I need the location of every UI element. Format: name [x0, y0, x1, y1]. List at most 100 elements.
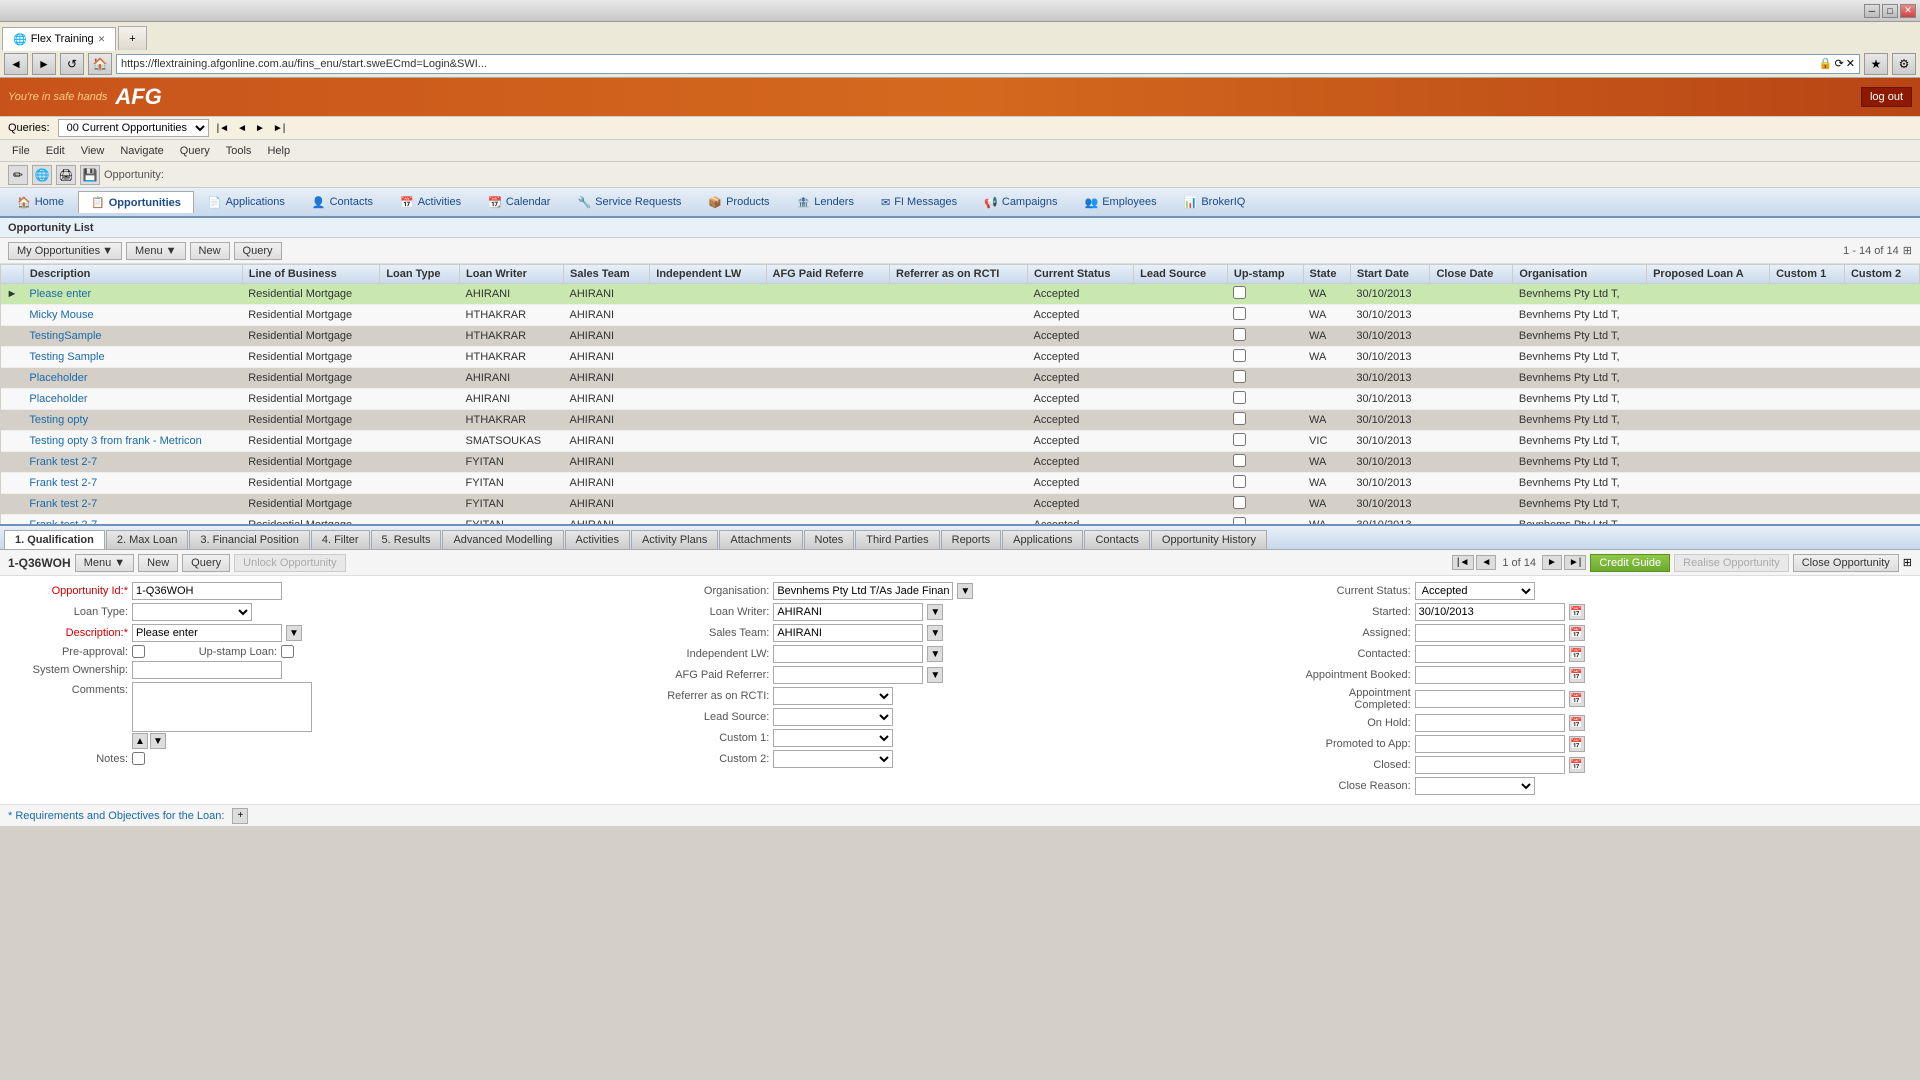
- on-hold-calendar-icon[interactable]: 📅: [1569, 715, 1585, 731]
- closed-calendar-icon[interactable]: 📅: [1569, 757, 1585, 773]
- promoted-calendar-icon[interactable]: 📅: [1569, 736, 1585, 752]
- nav-tab-employees[interactable]: 👥 Employees: [1072, 191, 1170, 214]
- browser-tab-active[interactable]: 🌐 Flex Training ✕: [2, 27, 116, 51]
- browser-tab-new[interactable]: +: [118, 26, 146, 50]
- refresh-button[interactable]: ↺: [60, 53, 84, 75]
- tab-filter[interactable]: 4. Filter: [311, 530, 370, 549]
- table-row[interactable]: PlaceholderResidential MortgageAHIRANIAH…: [1, 368, 1920, 389]
- afg-paid-input[interactable]: [773, 666, 923, 684]
- lead-source-select[interactable]: [773, 708, 893, 726]
- col-loan-writer[interactable]: Loan Writer: [460, 265, 564, 284]
- credit-guide-button[interactable]: Credit Guide: [1590, 554, 1670, 572]
- col-custom1[interactable]: Custom 1: [1770, 265, 1845, 284]
- menu-view[interactable]: View: [73, 143, 113, 159]
- record-new-button[interactable]: New: [138, 554, 178, 572]
- tab-close-icon[interactable]: ✕: [98, 34, 106, 45]
- contacted-input[interactable]: [1415, 645, 1565, 663]
- comments-textarea[interactable]: [132, 682, 312, 732]
- pre-approval-checkbox[interactable]: [132, 645, 145, 658]
- back-button[interactable]: ◄: [4, 53, 28, 75]
- table-row[interactable]: Testing SampleResidential MortgageHTHAKR…: [1, 347, 1920, 368]
- loan-writer-input[interactable]: [773, 603, 923, 621]
- nav-tab-fi-messages[interactable]: ✉ FI Messages: [868, 191, 970, 214]
- record-query-button[interactable]: Query: [182, 554, 230, 572]
- tab-activities[interactable]: Activities: [565, 530, 630, 549]
- address-bar[interactable]: https://flextraining.afgonline.com.au/fi…: [116, 54, 1860, 74]
- comments-scroll-up[interactable]: ▲: [132, 733, 148, 749]
- tab-notes[interactable]: Notes: [804, 530, 855, 549]
- closed-input[interactable]: [1415, 756, 1565, 774]
- nav-last-btn[interactable]: ►|: [1564, 555, 1587, 570]
- col-lead[interactable]: Lead Source: [1134, 265, 1228, 284]
- close-opportunity-button[interactable]: Close Opportunity: [1793, 554, 1899, 572]
- table-row[interactable]: Frank test 2-7Residential MortgageFYITAN…: [1, 515, 1920, 525]
- table-row[interactable]: Testing opty 3 from frank - MetriconResi…: [1, 431, 1920, 452]
- table-row[interactable]: TestingSampleResidential MortgageHTHAKRA…: [1, 326, 1920, 347]
- tab-financial-position[interactable]: 3. Financial Position: [189, 530, 309, 549]
- tab-opportunity-history[interactable]: Opportunity History: [1151, 530, 1267, 549]
- nav-tab-contacts[interactable]: 👤 Contacts: [299, 191, 386, 214]
- ind-lw-lookup-icon[interactable]: ▼: [927, 646, 943, 662]
- nav-tab-calendar[interactable]: 📆 Calendar: [475, 191, 563, 214]
- col-custom2[interactable]: Custom 2: [1844, 265, 1919, 284]
- assigned-calendar-icon[interactable]: 📅: [1569, 625, 1585, 641]
- menu-navigate[interactable]: Navigate: [112, 143, 171, 159]
- organisation-input[interactable]: [773, 582, 953, 600]
- col-start[interactable]: Start Date: [1350, 265, 1430, 284]
- tools-icon[interactable]: ⚙: [1892, 53, 1916, 75]
- nav-tab-activities[interactable]: 📅 Activities: [387, 191, 474, 214]
- tab-advanced-modelling[interactable]: Advanced Modelling: [442, 530, 563, 549]
- nav-tab-products[interactable]: 📦 Products: [695, 191, 782, 214]
- upstamp-checkbox[interactable]: [281, 645, 294, 658]
- col-ind-lw[interactable]: Independent LW: [650, 265, 766, 284]
- favorites-star[interactable]: ★: [1864, 53, 1888, 75]
- table-row[interactable]: Frank test 2-7Residential MortgageFYITAN…: [1, 494, 1920, 515]
- nav-tab-lenders[interactable]: 🏦 Lenders: [784, 191, 867, 214]
- contacted-calendar-icon[interactable]: 📅: [1569, 646, 1585, 662]
- nav-tab-service-requests[interactable]: 🔧 Service Requests: [564, 191, 694, 214]
- nav-tab-brokeriq[interactable]: 📊 BrokerIQ: [1171, 191, 1259, 214]
- tab-qualification[interactable]: 1. Qualification: [4, 530, 105, 549]
- query-button[interactable]: Query: [234, 242, 282, 260]
- queries-dropdown[interactable]: 00 Current Opportunities: [58, 119, 209, 137]
- nav-next-btn[interactable]: ►: [1542, 555, 1562, 570]
- col-org[interactable]: Organisation: [1513, 265, 1647, 284]
- table-row[interactable]: ►Please enterResidential MortgageAHIRANI…: [1, 284, 1920, 305]
- notes-checkbox[interactable]: [132, 752, 145, 765]
- on-hold-input[interactable]: [1415, 714, 1565, 732]
- organisation-lookup-icon[interactable]: ▼: [957, 583, 973, 599]
- tab-third-parties[interactable]: Third Parties: [855, 530, 939, 549]
- system-ownership-input[interactable]: [132, 661, 282, 679]
- rcti-select[interactable]: [773, 687, 893, 705]
- col-proposed[interactable]: Proposed Loan A: [1647, 265, 1770, 284]
- afg-paid-lookup-icon[interactable]: ▼: [927, 667, 943, 683]
- nav-tab-campaigns[interactable]: 📢 Campaigns: [971, 191, 1070, 214]
- tab-max-loan[interactable]: 2. Max Loan: [106, 530, 189, 549]
- promoted-input[interactable]: [1415, 735, 1565, 753]
- expand-form-icon[interactable]: ⊞: [1903, 556, 1912, 569]
- toolbar-print-icon[interactable]: 🖨: [56, 165, 76, 185]
- record-menu-button[interactable]: Menu ▼: [75, 554, 134, 572]
- table-row[interactable]: Micky MouseResidential MortgageHTHAKRARA…: [1, 305, 1920, 326]
- menu-file[interactable]: File: [4, 143, 38, 159]
- nav-first-btn[interactable]: |◄: [1452, 555, 1475, 570]
- requirements-expand-icon[interactable]: +: [232, 808, 248, 824]
- col-close[interactable]: Close Date: [1430, 265, 1513, 284]
- menu-button[interactable]: Menu ▼: [126, 242, 185, 260]
- started-input[interactable]: [1415, 603, 1565, 621]
- tab-contacts[interactable]: Contacts: [1084, 530, 1149, 549]
- col-upstamp[interactable]: Up-stamp: [1227, 265, 1303, 284]
- nav-prev-icon[interactable]: ◄: [237, 123, 247, 134]
- nav-next-icon[interactable]: ►: [255, 123, 265, 134]
- minimize-btn[interactable]: ─: [1864, 4, 1880, 18]
- current-status-select[interactable]: Accepted: [1415, 582, 1535, 600]
- custom2-select[interactable]: [773, 750, 893, 768]
- tab-results[interactable]: 5. Results: [371, 530, 442, 549]
- col-afg-ref[interactable]: AFG Paid Referre: [766, 265, 890, 284]
- home-button[interactable]: 🏠: [88, 53, 112, 75]
- col-lob[interactable]: Line of Business: [242, 265, 380, 284]
- table-row[interactable]: PlaceholderResidential MortgageAHIRANIAH…: [1, 389, 1920, 410]
- close-reason-select[interactable]: [1415, 777, 1535, 795]
- col-description[interactable]: Description: [23, 265, 242, 284]
- tab-activity-plans[interactable]: Activity Plans: [631, 530, 718, 549]
